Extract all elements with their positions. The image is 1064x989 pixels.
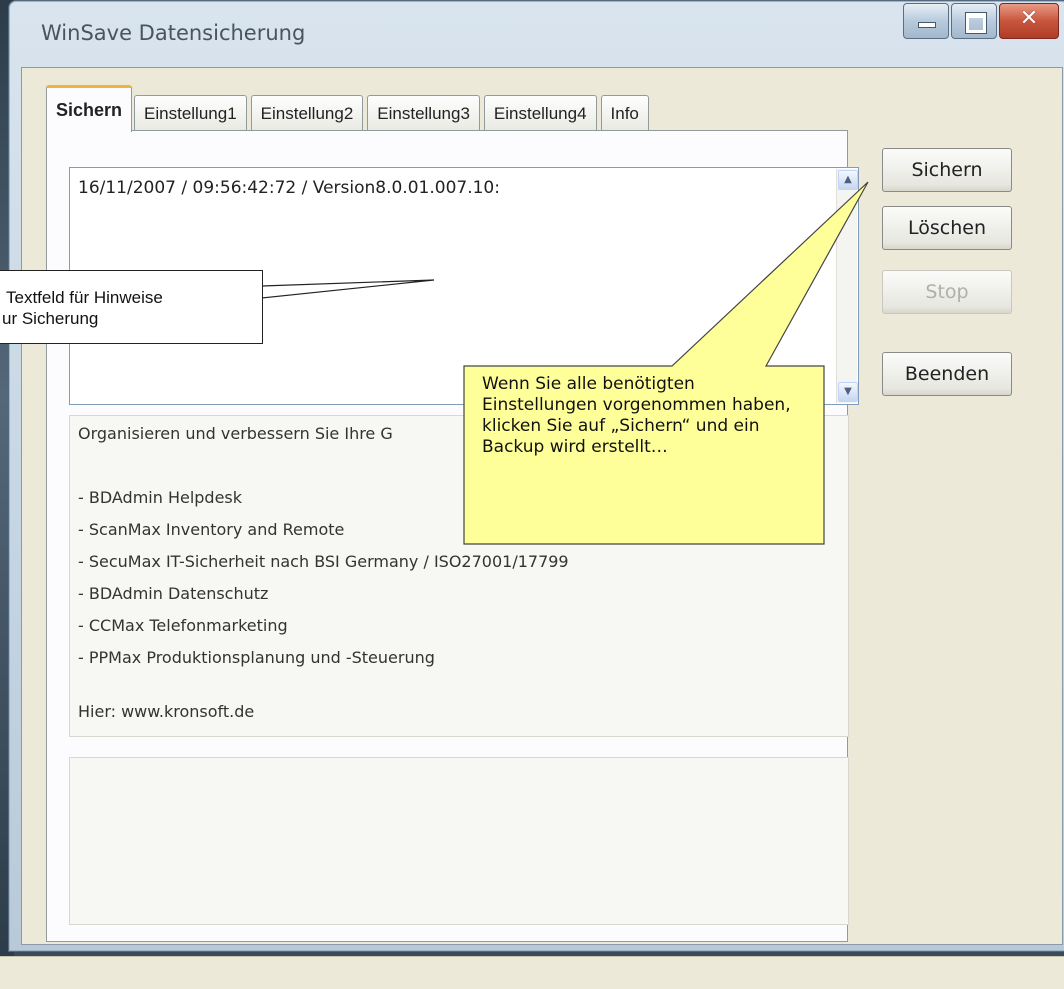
left-callout-pointer <box>261 279 435 299</box>
sichern-hint-callout: Wenn Sie alle benötigten Einstellungen v… <box>482 374 791 457</box>
yellow-callout-shape <box>463 181 869 545</box>
textfield-callout: Textfeld für Hinweise ur Sicherung <box>0 270 263 344</box>
callout-line: Textfeld für Hinweise <box>6 288 163 307</box>
textfield-callout-text: Textfeld für Hinweise ur Sicherung <box>2 287 262 329</box>
callout-overlay <box>261 181 869 545</box>
callout-line: ur Sicherung <box>2 309 99 328</box>
tab-sichern[interactable]: Sichern <box>46 85 133 132</box>
